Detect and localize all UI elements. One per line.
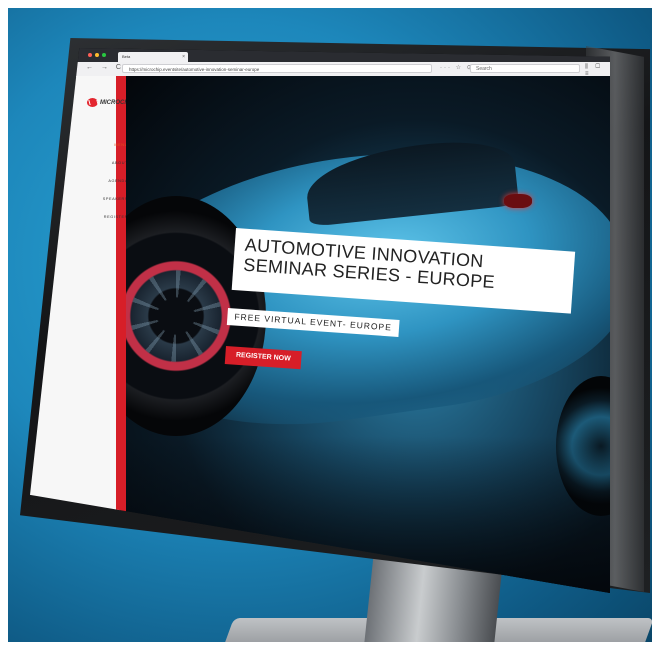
sidebar-item-agenda[interactable]: AGENDA [90, 176, 128, 194]
search-input[interactable]: Search [470, 64, 580, 73]
hero-section: AUTOMOTIVE INNOVATION SEMINAR SERIES - E… [126, 76, 610, 593]
sidebar-item-register[interactable]: REGISTER [90, 212, 128, 230]
maximize-window-icon[interactable] [102, 53, 106, 57]
car-taillight [504, 194, 532, 208]
sidebar-nav: MENU ABOUT AGENDA SPEAKERS REGISTER [90, 140, 128, 230]
microchip-logo-icon [87, 98, 98, 107]
close-window-icon[interactable] [88, 53, 92, 57]
tab-close-icon[interactable]: × [182, 52, 185, 62]
page-actions-icon[interactable]: ··· ☆ ⊙ [440, 64, 474, 71]
browser-tab[interactable]: Beta × [118, 52, 188, 62]
sidebar-item-about[interactable]: ABOUT [90, 158, 128, 176]
address-bar[interactable]: https://microchip.eventsite/automotive-i… [122, 64, 432, 73]
browser-toolbar: ← → C ⌂ https://microchip.eventsite/auto… [30, 62, 610, 77]
window-controls [88, 53, 106, 57]
sidebar-item-menu[interactable]: MENU [90, 140, 128, 158]
sidebar-item-speakers[interactable]: SPEAKERS [90, 194, 128, 212]
minimize-window-icon[interactable] [95, 53, 99, 57]
tab-title: Beta [122, 54, 131, 59]
